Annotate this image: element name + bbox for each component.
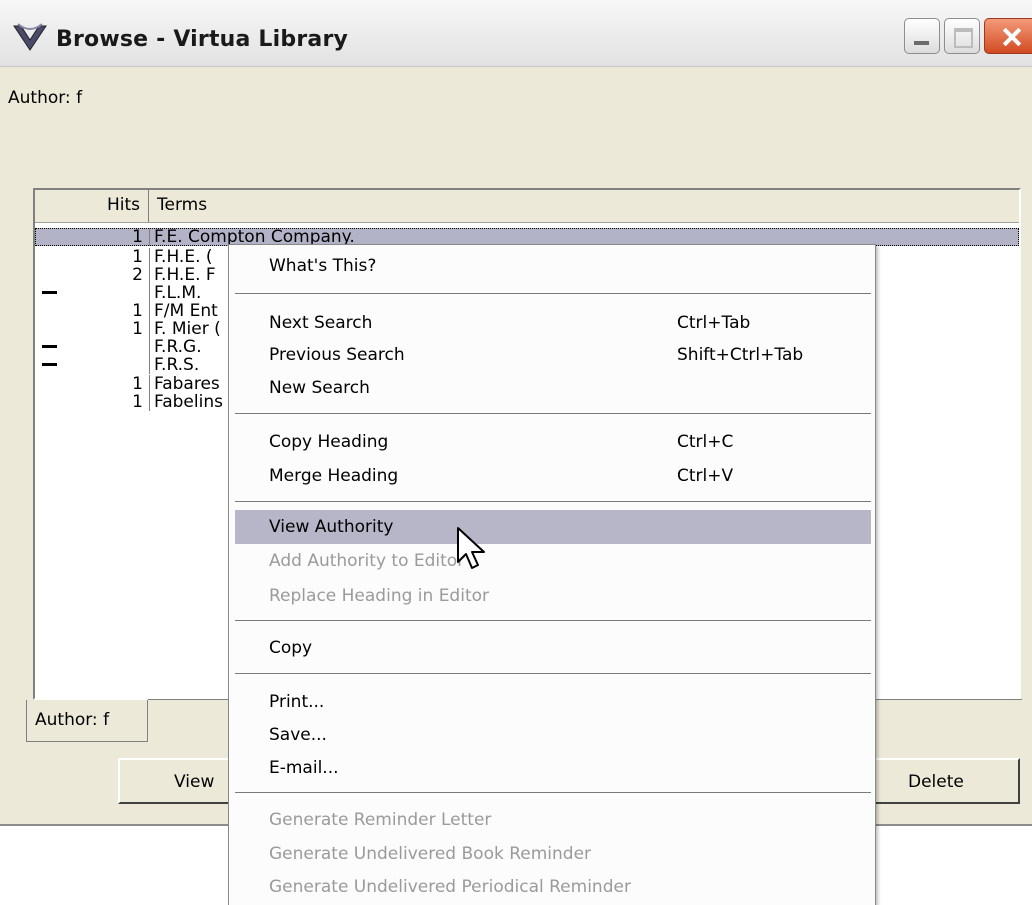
column-divider [149,375,150,393]
delete-button-label: Delete [908,772,964,792]
heading-marker-icon [42,345,57,348]
column-divider [149,248,150,266]
row-term: F/M Ent [154,301,218,321]
header-terms[interactable]: Terms [157,195,207,215]
menu-item-print[interactable]: Print... [235,685,871,719]
list-header: Hits Terms [35,190,1019,223]
column-divider [149,302,150,320]
menu-item-copy[interactable]: Copy [235,631,871,665]
menu-separator [235,293,871,294]
row-term: F.H.E. F [154,265,216,285]
menu-item-new-search[interactable]: New Search [235,371,871,405]
menu-item-generate-book-reminder[interactable]: Generate Undelivered Book Reminder [235,837,871,871]
column-divider [149,284,150,302]
mouse-pointer-icon [457,527,485,569]
search-criteria-label: Author: f [8,88,83,108]
row-term: F.H.E. ( [154,247,213,267]
row-term: F.L.M. [154,283,202,303]
delete-button[interactable]: Delete [870,758,1020,804]
row-term: F. Mier ( [154,319,221,339]
minimize-button[interactable] [904,18,940,54]
row-term: Fabares [154,374,220,394]
menu-item-save[interactable]: Save... [235,718,871,752]
column-divider [149,338,150,356]
tab-label: Author: f [35,710,110,730]
menu-item-replace-heading[interactable]: Replace Heading in Editor [235,579,871,613]
view-button[interactable]: View [118,758,243,804]
context-menu: What's This? Next Search Ctrl+Tab Previo… [228,244,876,905]
menu-separator [235,413,871,414]
view-button-label: View [174,772,215,792]
column-divider [149,266,150,284]
menu-item-merge-heading[interactable]: Merge Heading Ctrl+V [235,459,871,493]
menu-item-copy-heading[interactable]: Copy Heading Ctrl+C [235,425,871,459]
row-hits: 1 [132,392,143,412]
column-divider [149,393,150,411]
title-bar[interactable]: Browse - Virtua Library [0,0,1032,67]
heading-marker-icon [42,363,57,366]
menu-item-view-authority[interactable]: View Authority [235,510,871,544]
menu-separator [235,792,871,793]
menu-item-next-search[interactable]: Next Search Ctrl+Tab [235,306,871,340]
row-term: Fabelins [154,392,223,412]
column-divider [149,228,150,246]
heading-marker-icon [42,291,57,294]
row-hits: 1 [132,374,143,394]
menu-separator [235,620,871,621]
row-hits: 1 [132,301,143,321]
row-hits: 1 [132,247,143,267]
column-divider [149,356,150,374]
close-button[interactable] [984,18,1032,54]
window-title: Browse - Virtua Library [56,27,349,52]
menu-separator [235,501,871,502]
menu-item-previous-search[interactable]: Previous Search Shift+Ctrl+Tab [235,338,871,372]
row-hits: 2 [132,265,143,285]
row-term: F.R.G. [154,337,202,357]
row-hits: 1 [132,319,143,339]
header-hits[interactable]: Hits [35,190,149,222]
row-hits: 1 [132,227,143,247]
menu-separator [235,673,871,674]
maximize-button[interactable] [944,18,980,54]
menu-item-generate-periodical-reminder[interactable]: Generate Undelivered Periodical Reminder [235,870,871,904]
row-term: F.R.S. [154,355,200,375]
menu-item-generate-reminder-letter[interactable]: Generate Reminder Letter [235,803,871,837]
column-divider [149,320,150,338]
menu-item-email[interactable]: E-mail... [235,751,871,785]
menu-item-whats-this[interactable]: What's This? [235,249,871,283]
virtua-logo-icon [13,23,47,51]
tab-author[interactable]: Author: f [26,700,148,742]
menu-item-add-authority[interactable]: Add Authority to Editor [235,544,871,578]
